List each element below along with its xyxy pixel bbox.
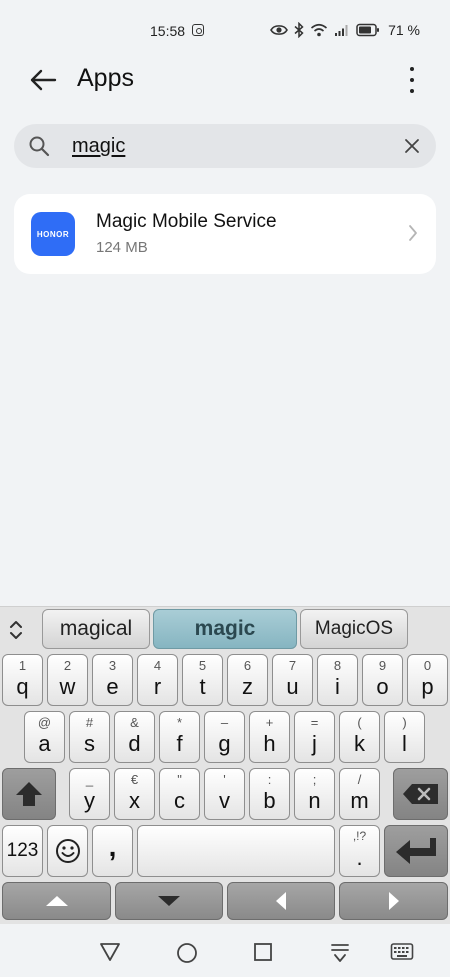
circle-home-icon <box>177 943 197 963</box>
key-r[interactable]: 4r <box>137 654 178 706</box>
switch-keyboard-button[interactable] <box>390 942 414 967</box>
key-y[interactable]: _ y <box>69 768 110 820</box>
shift-arrow-icon <box>16 782 42 806</box>
suggestion-magical[interactable]: magical <box>42 609 150 649</box>
wifi-icon <box>311 23 328 37</box>
key-k[interactable]: (k <box>339 711 380 763</box>
key-o[interactable]: 9o <box>362 654 403 706</box>
app-list-item[interactable]: HONOR Magic Mobile Service 124 MB <box>14 194 436 274</box>
battery-percent: 71 % <box>388 22 420 38</box>
nav-back-button[interactable] <box>99 942 121 967</box>
signal-icon <box>335 25 348 36</box>
key-f[interactable]: * f <box>159 711 200 763</box>
app-icon-label: HONOR <box>36 229 70 239</box>
key-l[interactable]: ) l <box>384 711 425 763</box>
key-b[interactable]: :b <box>249 768 290 820</box>
keyboard: magical magic MagicOS 1q 2w 3e 4r 5t 6z … <box>0 606 450 924</box>
key-i[interactable]: 8i <box>317 654 358 706</box>
bluetooth-icon <box>294 22 304 38</box>
app-size: 124 MB <box>96 239 148 256</box>
clear-search-icon[interactable] <box>402 136 422 156</box>
key-j[interactable]: = j <box>294 711 335 763</box>
period-key[interactable]: ,!? . <box>339 825 380 877</box>
search-icon <box>29 136 50 157</box>
key-e[interactable]: 3e <box>92 654 133 706</box>
comma-key[interactable]: , <box>92 825 133 877</box>
more-dot-icon <box>410 67 414 71</box>
page-title: Apps <box>77 64 134 92</box>
status-icons: 71 % <box>270 20 420 40</box>
key-s[interactable]: # s <box>69 711 110 763</box>
shift-key[interactable] <box>2 768 56 820</box>
key-d[interactable]: & d <box>114 711 155 763</box>
emoji-key[interactable] <box>47 825 88 877</box>
backspace-icon <box>402 784 438 804</box>
enter-key[interactable] <box>384 825 448 877</box>
search-input[interactable]: magic <box>14 124 436 168</box>
key-a[interactable]: @ a <box>24 711 65 763</box>
key-p[interactable]: 0p <box>407 654 448 706</box>
honor-app-icon: HONOR <box>31 212 75 256</box>
triangle-down-icon <box>158 896 180 906</box>
search-query-text[interactable]: magic <box>72 135 125 158</box>
nav-home-button[interactable] <box>176 942 198 969</box>
more-dot-icon <box>410 78 414 82</box>
enter-arrow-icon <box>396 838 436 864</box>
nav-recents-button[interactable] <box>253 942 273 967</box>
status-time: 15:58 <box>150 23 186 39</box>
eye-comfort-icon <box>270 25 288 35</box>
hide-keyboard-button[interactable] <box>330 942 350 969</box>
triangle-left-icon <box>276 892 286 910</box>
triangle-up-icon <box>45 896 68 906</box>
key-w[interactable]: 2w <box>47 654 88 706</box>
status-bar: 15:58 71 % <box>0 0 450 60</box>
square-recents-icon <box>254 943 272 961</box>
suggestion-bar: magical magic MagicOS <box>0 607 450 653</box>
space-key[interactable] <box>137 825 335 877</box>
key-v[interactable]: ' v <box>204 768 245 820</box>
key-c[interactable]: " c <box>159 768 200 820</box>
suggestion-magic[interactable]: magic <box>153 609 297 649</box>
cursor-down-key[interactable] <box>115 882 223 920</box>
smiley-icon <box>55 839 80 863</box>
arrow-left-icon <box>30 69 57 91</box>
key-t[interactable]: 5t <box>182 654 223 706</box>
back-button[interactable] <box>26 64 60 96</box>
key-m[interactable]: / m <box>339 768 380 820</box>
triangle-right-icon <box>388 892 399 910</box>
suggestion-magicos[interactable]: MagicOS <box>300 609 408 649</box>
screenshot-notification-icon <box>192 24 204 36</box>
key-q[interactable]: 1q <box>2 654 43 706</box>
backspace-key[interactable] <box>393 768 448 820</box>
hide-keyboard-icon <box>331 944 349 962</box>
key-x[interactable]: € x <box>114 768 155 820</box>
cursor-up-key[interactable] <box>2 882 111 920</box>
more-dot-icon <box>410 89 414 93</box>
app-name: Magic Mobile Service <box>96 211 277 232</box>
cursor-left-key[interactable] <box>227 882 335 920</box>
numbers-key[interactable]: 123 <box>2 825 43 877</box>
system-navigation-bar <box>0 928 450 977</box>
key-h[interactable]: + h <box>249 711 290 763</box>
cursor-right-key[interactable] <box>339 882 448 920</box>
key-z[interactable]: 6z <box>227 654 268 706</box>
key-g[interactable]: – g <box>204 711 245 763</box>
app-bar: Apps <box>0 55 450 105</box>
triangle-back-icon <box>100 943 120 961</box>
key-n[interactable]: ; n <box>294 768 335 820</box>
expand-collapse-icon[interactable] <box>6 619 26 641</box>
more-options-button[interactable] <box>400 63 424 97</box>
battery-icon <box>356 23 380 37</box>
chevron-right-icon <box>409 225 417 241</box>
keyboard-icon <box>390 943 414 960</box>
key-u[interactable]: 7u <box>272 654 313 706</box>
